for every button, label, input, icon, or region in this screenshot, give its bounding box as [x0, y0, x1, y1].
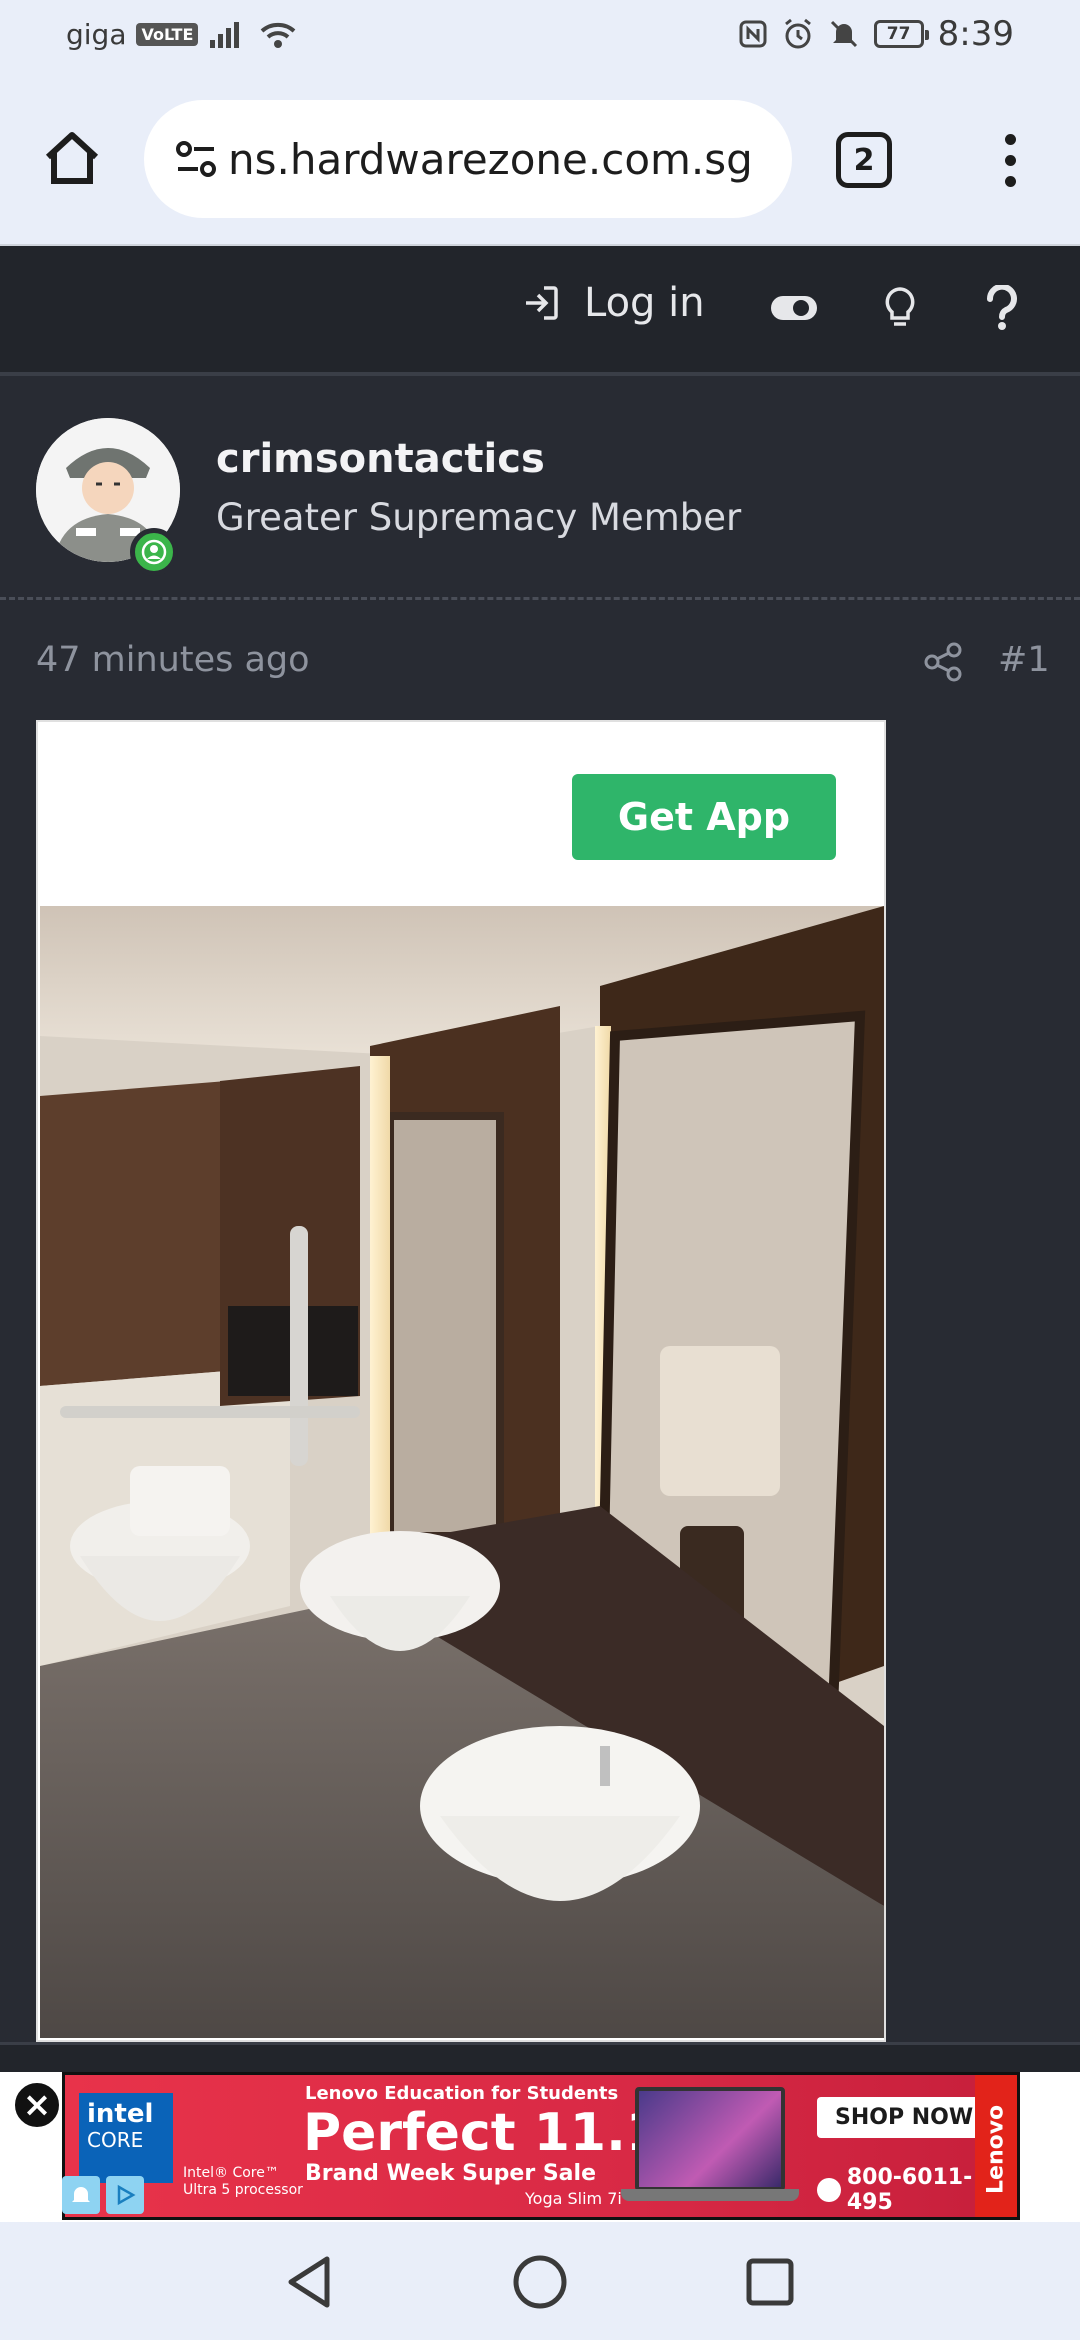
mute-icon: [830, 20, 857, 48]
home-nav-button[interactable]: [508, 2250, 572, 2314]
restroom-photo: [40, 906, 884, 2038]
intel-core: CORE: [87, 2128, 144, 2152]
home-icon: [45, 132, 99, 184]
status-right: 77 8:39: [738, 14, 1014, 54]
laptop-image: [635, 2087, 785, 2191]
share-icon[interactable]: [922, 640, 966, 684]
intel-logo: intel CORE: [79, 2093, 173, 2183]
content-divider: [0, 2042, 1080, 2072]
url-text: ns.hardwarezone.com.sg: [228, 134, 753, 184]
circle-home-icon: [513, 2255, 567, 2309]
shop-now-button[interactable]: SHOP NOW: [817, 2097, 992, 2138]
ad-creative[interactable]: intel CORE Intel® Core™ Ultra 5 processo…: [62, 2072, 1020, 2220]
alarm-icon: [784, 18, 811, 49]
status-bar: giga VoLTE 77 8:39: [0, 0, 1080, 76]
volte-badge: VoLTE: [136, 23, 199, 46]
post-photo[interactable]: [40, 906, 884, 2038]
ad-model: Yoga Slim 7i: [525, 2189, 622, 2208]
login-link[interactable]: Log in: [520, 280, 705, 326]
intel-sub-line1: Intel® Core™: [183, 2165, 279, 2181]
menu-dot: [1004, 175, 1016, 187]
square-recents-icon: [746, 2258, 794, 2306]
ideas-button[interactable]: [874, 282, 926, 334]
user-icon: [141, 539, 167, 565]
laptop-base: [621, 2189, 799, 2201]
intel-processor-text: Intel® Core™ Ultra 5 processor: [183, 2165, 303, 2199]
status-left: giga VoLTE: [66, 18, 298, 51]
address-bar[interactable]: ns.hardwarezone.com.sg: [144, 100, 792, 218]
clock: 8:39: [937, 14, 1014, 54]
tab-switcher-button[interactable]: 2: [836, 132, 892, 188]
lightbulb-icon: [885, 287, 915, 326]
post-number-link[interactable]: #1: [998, 640, 1050, 680]
ad-banner: intel CORE Intel® Core™ Ultra 5 processo…: [0, 2072, 1080, 2222]
ad-subhead: Brand Week Super Sale: [305, 2161, 596, 2186]
bell-icon: [62, 2176, 100, 2214]
menu-dot: [1004, 154, 1016, 166]
signal-icon: [210, 21, 240, 48]
phone-icon: [817, 2178, 841, 2202]
back-button[interactable]: [278, 2250, 342, 2314]
nfc-icon: [739, 20, 767, 48]
browser-menu-button[interactable]: [986, 120, 1034, 200]
login-label: Log in: [584, 280, 705, 326]
site-header: Log in: [0, 246, 1080, 376]
intel-sub-line2: Ultra 5 processor: [183, 2182, 303, 2198]
ad-kicker: Lenovo Education for Students: [305, 2083, 619, 2104]
carrier-label: giga: [66, 18, 127, 51]
embedded-post-card: Get App: [36, 720, 886, 2042]
recents-button[interactable]: [738, 2250, 802, 2314]
intel-brand: intel: [87, 2099, 154, 2129]
site-settings-icon[interactable]: [168, 131, 224, 187]
menu-dot: [1004, 133, 1016, 145]
lenovo-logo: Lenovo: [975, 2075, 1017, 2217]
ad-choices[interactable]: [62, 2176, 144, 2214]
help-icon: [986, 285, 1017, 330]
browser-toolbar: ns.hardwarezone.com.sg 2: [0, 76, 1080, 246]
adchoices-icon: [106, 2176, 144, 2214]
home-button[interactable]: [36, 122, 108, 194]
toggle-icon: [771, 296, 817, 320]
wifi-icon: [261, 22, 296, 48]
login-icon: [526, 286, 558, 320]
battery-indicator: 77: [873, 20, 929, 48]
online-status-badge: [130, 528, 178, 576]
help-button[interactable]: [976, 282, 1028, 334]
back-icon: [288, 2256, 330, 2308]
get-app-button[interactable]: Get App: [572, 774, 836, 860]
theme-toggle[interactable]: [768, 282, 820, 334]
post-timestamp[interactable]: 47 minutes ago: [36, 640, 310, 680]
ad-close-button[interactable]: ×: [12, 2080, 62, 2130]
author-username[interactable]: crimsontactics: [216, 436, 545, 482]
post-author: crimsontactics Greater Supremacy Member: [0, 380, 1080, 600]
system-nav-bar: [0, 2222, 1080, 2340]
author-title: Greater Supremacy Member: [216, 496, 742, 539]
